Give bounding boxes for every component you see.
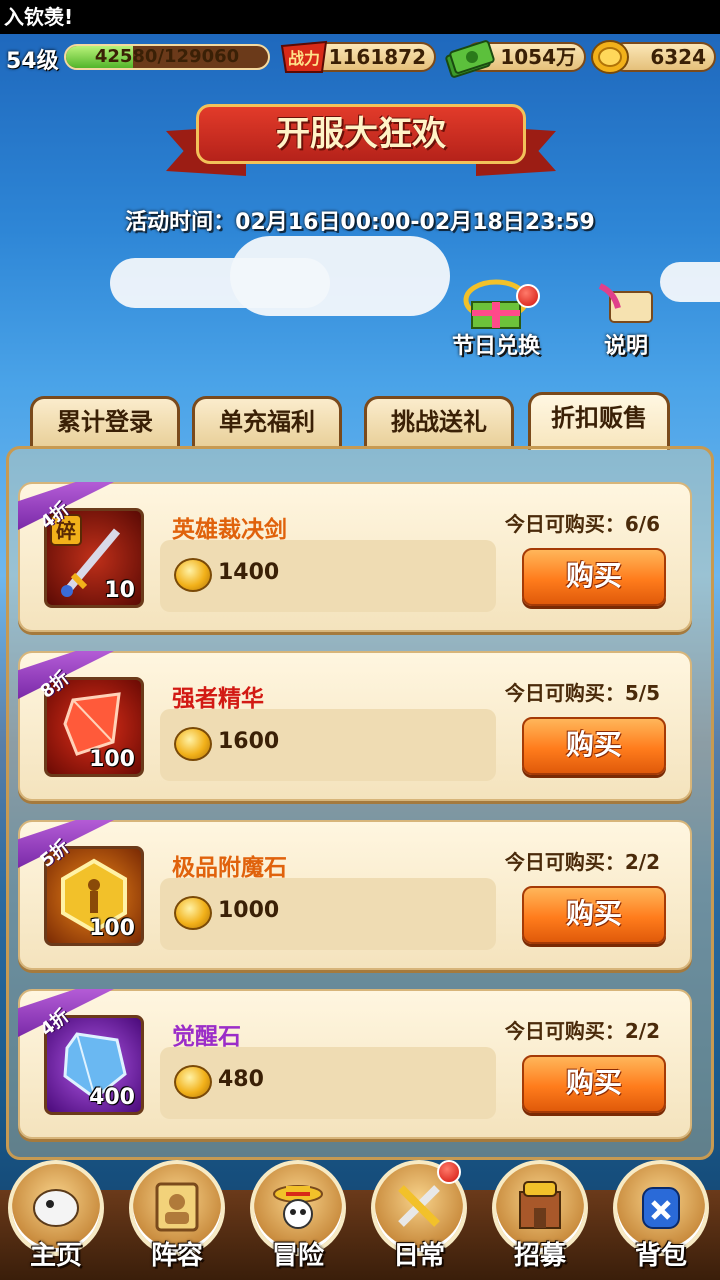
resource-bar: 54级 42580/129060 1161872 战力 1054万 6324 [0,36,720,80]
item-price: 1600 [218,729,280,754]
event-tabs: 累计登录 单充福利 挑战送礼 折扣贩售 [30,392,690,452]
price-box: 1400 [160,540,496,612]
recruit-icon [512,1178,568,1234]
nav-adventure[interactable]: 冒险 [242,1150,354,1278]
tab-single-recharge[interactable]: 单充福利 [192,396,342,448]
notification-dot [516,284,540,308]
daily-icon [391,1178,447,1234]
nav-label: 主页 [29,1241,82,1271]
item-name: 英雄裁决剑 [172,517,287,543]
xp-text: 42580/129060 [94,46,240,67]
help-button[interactable]: 说明 [586,282,666,364]
event-title-banner: 开服大狂欢 [166,98,556,184]
nav-backpack[interactable]: 背包 [605,1150,717,1278]
sale-item: 碎 10 4折 英雄裁决剑 今日可购买：6/6 1400 购买 [18,482,692,632]
purchase-limit: 今日可购买：5/5 [504,681,660,705]
buy-button[interactable]: 购买 [522,548,666,606]
price-box: 1600 [160,709,496,781]
player-level: 54级 [6,49,59,74]
tab-cumulative-login[interactable]: 累计登录 [30,396,180,448]
home-icon [28,1178,84,1234]
cash-icon [444,36,496,78]
purchase-limit: 今日可购买：2/2 [504,850,660,874]
sale-item: 100 8折 强者精华 今日可购买：5/5 1600 购买 [18,651,692,801]
backpack-icon [633,1178,689,1234]
buy-button[interactable]: 购买 [522,717,666,775]
nav-recruit[interactable]: 招募 [484,1150,596,1278]
holiday-exchange-label: 节日兑换 [451,334,540,359]
item-price: 1400 [218,560,280,585]
power-icon: 战力 [278,38,330,76]
item-count: 100 [89,747,135,772]
nav-home[interactable]: 主页 [0,1150,112,1278]
lineup-icon [149,1178,205,1234]
item-count: 10 [104,578,135,603]
coin-icon [174,896,212,930]
power-label: 战力 [288,49,320,68]
event-title: 开服大狂欢 [196,104,526,164]
item-price: 480 [218,1067,264,1092]
item-price: 1000 [218,898,280,923]
help-label: 说明 [603,334,648,359]
purchase-limit: 今日可购买：2/2 [504,1019,660,1043]
coin-icon [174,727,212,761]
nav-label: 招募 [513,1241,566,1271]
item-count: 100 [89,916,135,941]
purchase-limit: 今日可购买：6/6 [504,512,660,536]
power-value: 1161872 [328,45,426,69]
holiday-exchange-button[interactable]: 节日兑换 [436,278,556,364]
announcement-marquee: 入钦羡! [0,0,720,34]
tab-challenge-gift[interactable]: 挑战送礼 [364,396,514,448]
xp-bar: 42580/129060 [64,44,270,70]
tab-discount-sale[interactable]: 折扣贩售 [528,392,670,450]
scroll-icon [594,282,660,328]
nav-lineup[interactable]: 阵容 [121,1150,233,1278]
item-name: 极品附魔石 [172,855,287,881]
nav-label: 日常 [392,1241,445,1271]
nav-label: 冒险 [271,1241,324,1271]
nav-label: 阵容 [150,1241,203,1271]
nav-daily[interactable]: 日常 [363,1150,475,1278]
coin-value: 6324 [650,45,706,69]
adventure-icon [270,1178,326,1234]
price-box: 1000 [160,878,496,950]
notification-dot [437,1160,461,1184]
buy-button[interactable]: 购买 [522,1055,666,1113]
nav-label: 背包 [634,1241,687,1271]
item-count: 400 [89,1085,135,1110]
event-time: 活动时间：02月16日00:00-02月18日23:59 [125,210,595,235]
sale-item: 100 5折 极品附魔石 今日可购买：2/2 1000 购买 [18,820,692,970]
sale-item: 400 4折 觉醒石 今日可购买：2/2 480 购买 [18,989,692,1139]
price-box: 480 [160,1047,496,1119]
coin-icon [174,558,212,592]
item-name: 觉醒石 [172,1024,241,1050]
buy-button[interactable]: 购买 [522,886,666,944]
coin-icon [174,1065,212,1099]
item-name: 强者精华 [172,686,264,712]
bottom-nav: 主页 阵容 冒险 日常 招募 背包 [0,1150,720,1280]
cash-value: 1054万 [500,45,576,69]
cloud-decoration [660,262,720,302]
cloud-decoration [230,236,450,316]
coin-icon [590,38,630,76]
